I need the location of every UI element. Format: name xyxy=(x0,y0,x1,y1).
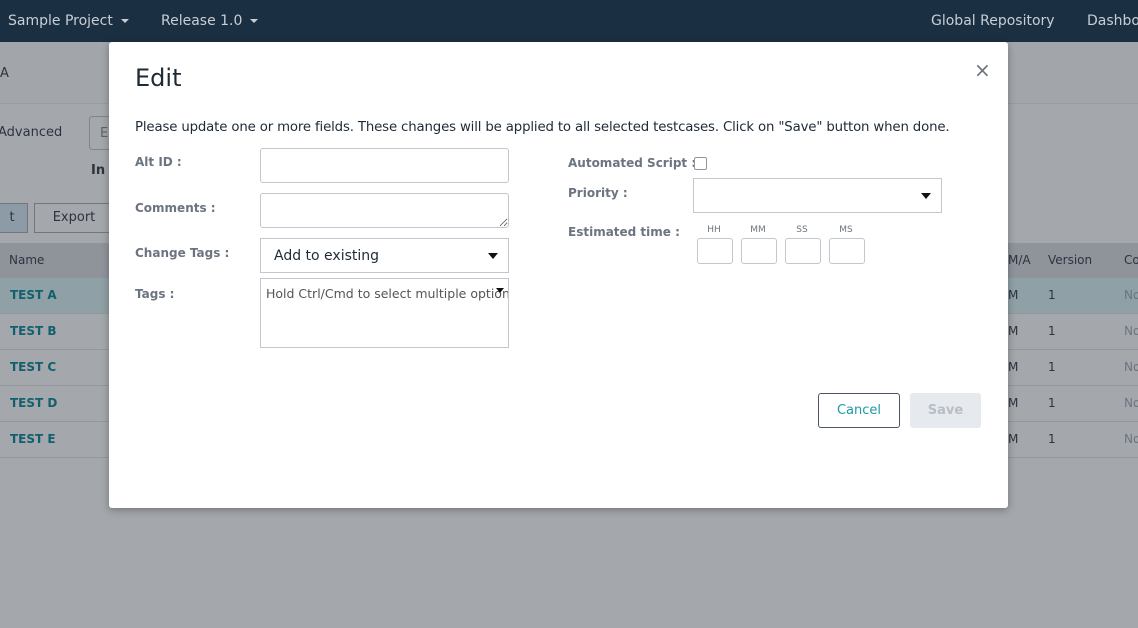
co-cell: No xyxy=(1124,432,1138,446)
testcase-name[interactable]: TEST D xyxy=(10,396,57,410)
change-tags-value: Add to existing xyxy=(274,248,380,264)
cancel-button[interactable]: Cancel xyxy=(818,393,900,428)
estimated-time-label: Estimated time : xyxy=(568,225,680,239)
ma-cell: M xyxy=(1008,360,1019,374)
caret-down-icon xyxy=(496,288,504,293)
breadcrumb-text: A xyxy=(0,66,9,81)
export-button[interactable]: Export xyxy=(34,203,114,233)
project-dropdown[interactable]: Sample Project xyxy=(8,13,129,29)
caret-down-icon xyxy=(250,19,259,23)
time-unit-label: MS xyxy=(839,225,853,235)
edit-dialog: Edit × Please update one or more fields.… xyxy=(109,42,1008,508)
alt-id-input[interactable] xyxy=(260,148,509,183)
col-ma[interactable]: M/A xyxy=(1008,253,1031,267)
time-input-mm[interactable] xyxy=(741,238,777,264)
version-cell: 1 xyxy=(1048,396,1056,410)
release-dropdown[interactable]: Release 1.0 xyxy=(161,13,259,29)
comments-label: Comments : xyxy=(135,201,216,215)
tags-placeholder: Hold Ctrl/Cmd to select multiple option xyxy=(266,286,509,301)
time-unit-label: HH xyxy=(707,225,721,235)
advanced-search-link[interactable]: Advanced xyxy=(0,125,62,140)
nav-global-repository[interactable]: Global Repository xyxy=(931,13,1055,29)
automated-script-checkbox[interactable] xyxy=(694,157,707,170)
release-label: Release 1.0 xyxy=(161,13,243,29)
ma-cell: M xyxy=(1008,396,1019,410)
tags-multiselect[interactable]: Hold Ctrl/Cmd to select multiple option xyxy=(260,278,509,348)
change-tags-label: Change Tags : xyxy=(135,246,230,260)
testcase-name[interactable]: TEST B xyxy=(10,324,57,338)
nav-dashboard[interactable]: Dashbo xyxy=(1087,13,1138,29)
version-cell: 1 xyxy=(1048,432,1056,446)
time-unit-label: SS xyxy=(796,225,808,235)
time-unit-label: MM xyxy=(750,225,766,235)
caret-down-icon xyxy=(120,19,129,23)
ma-cell: M xyxy=(1008,324,1019,338)
priority-label: Priority : xyxy=(568,186,628,200)
instructions: Please update one or more fields. These … xyxy=(135,120,950,135)
comments-textarea[interactable] xyxy=(260,193,509,228)
time-input-ss[interactable] xyxy=(785,238,821,264)
co-cell: No xyxy=(1124,396,1138,410)
alt-id-label: Alt ID : xyxy=(135,155,182,169)
project-label: Sample Project xyxy=(8,13,113,29)
caret-down-icon xyxy=(921,193,931,199)
dialog-title: Edit xyxy=(135,64,182,92)
col-name[interactable]: Name xyxy=(9,253,44,267)
caret-down-icon xyxy=(488,253,498,259)
co-cell: No xyxy=(1124,288,1138,302)
version-cell: 1 xyxy=(1048,324,1056,338)
priority-select[interactable] xyxy=(693,178,942,213)
col-version[interactable]: Version xyxy=(1048,253,1092,267)
ma-cell: M xyxy=(1008,288,1019,302)
change-tags-select[interactable]: Add to existing xyxy=(260,238,509,273)
toolbar-button[interactable]: t xyxy=(0,203,28,233)
top-navbar: Sample Project Release 1.0 Global Reposi… xyxy=(0,0,1138,42)
co-cell: No xyxy=(1124,360,1138,374)
version-cell: 1 xyxy=(1048,288,1056,302)
search-text: E xyxy=(100,126,109,141)
time-input-hh[interactable] xyxy=(697,238,733,264)
automated-script-label: Automated Script : xyxy=(568,156,697,170)
testcase-name[interactable]: TEST C xyxy=(10,360,56,374)
co-cell: No xyxy=(1124,324,1138,338)
col-co[interactable]: Co xyxy=(1124,253,1138,267)
testcase-name[interactable]: TEST E xyxy=(10,432,56,446)
testcase-name[interactable]: TEST A xyxy=(10,288,57,302)
save-button[interactable]: Save xyxy=(910,393,981,428)
version-cell: 1 xyxy=(1048,360,1056,374)
close-icon[interactable]: × xyxy=(974,58,991,82)
time-input-ms[interactable] xyxy=(829,238,865,264)
tags-label: Tags : xyxy=(135,287,175,301)
ma-cell: M xyxy=(1008,432,1019,446)
